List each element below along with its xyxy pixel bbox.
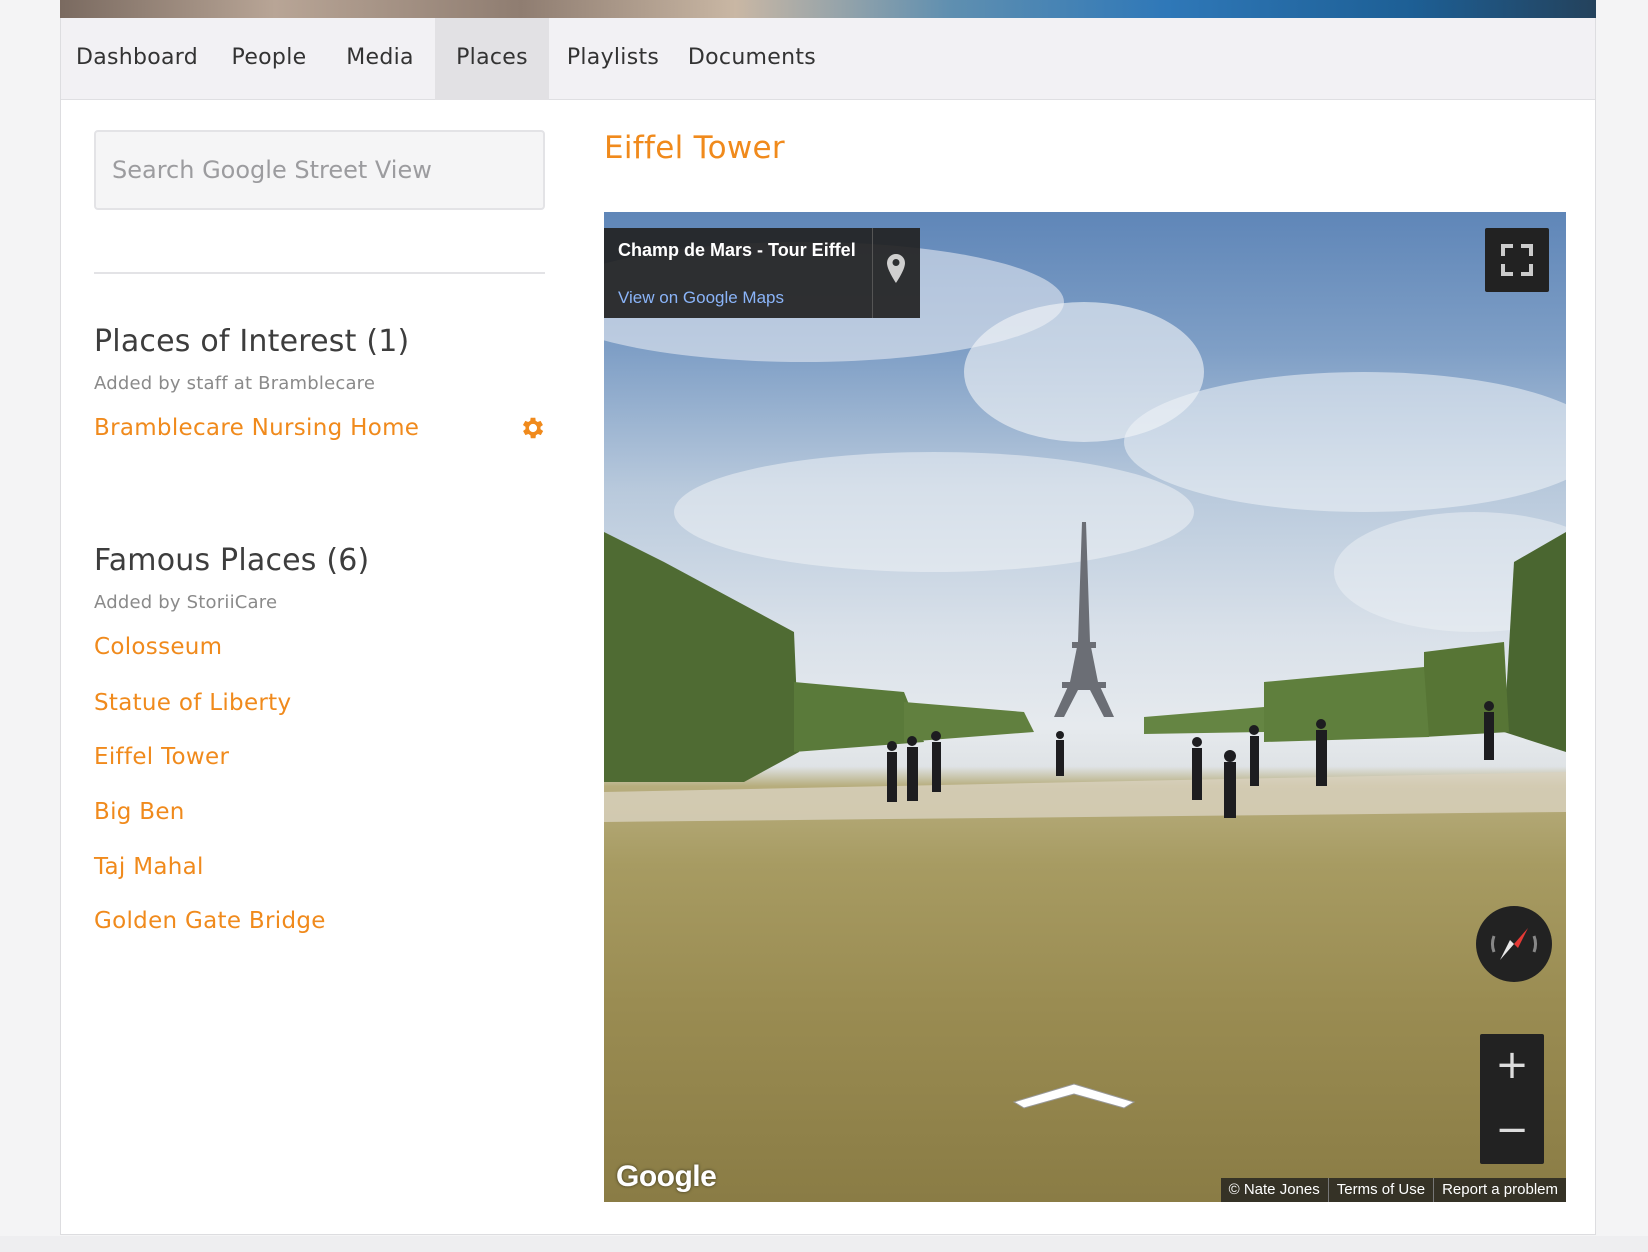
attribution-bar: © Nate Jones Terms of Use Report a probl… <box>1220 1178 1566 1202</box>
tab-media[interactable]: Media <box>325 18 435 100</box>
page-bottom-strip <box>0 1236 1648 1252</box>
tab-people[interactable]: People <box>213 18 325 100</box>
places-of-interest-subtitle: Added by staff at Bramblecare <box>94 373 376 394</box>
street-view-search-input[interactable] <box>94 130 545 210</box>
place-link-big-ben[interactable]: Big Ben <box>94 799 185 825</box>
zoom-controls: + − <box>1480 1034 1544 1164</box>
main-nav: Dashboard People Media Places Playlists … <box>61 18 1595 100</box>
zoom-in-button[interactable]: + <box>1480 1034 1544 1099</box>
sidebar-divider <box>94 272 545 274</box>
famous-places-heading: Famous Places (6) <box>94 543 370 578</box>
place-link-taj-mahal[interactable]: Taj Mahal <box>94 854 204 880</box>
terms-of-use-link[interactable]: Terms of Use <box>1327 1178 1433 1202</box>
gear-icon[interactable] <box>519 414 547 442</box>
place-link-colosseum[interactable]: Colosseum <box>94 634 222 660</box>
street-view-panorama[interactable]: Champ de Mars - Tour Eiffel View on Goog… <box>604 212 1566 1202</box>
compass-control[interactable] <box>1476 906 1552 982</box>
location-name: Champ de Mars - Tour Eiffel <box>618 240 856 260</box>
street-view-scene <box>604 242 1566 1109</box>
report-problem-link[interactable]: Report a problem <box>1433 1178 1566 1202</box>
places-of-interest-heading: Places of Interest (1) <box>94 324 410 359</box>
places-card: Dashboard People Media Places Playlists … <box>60 18 1596 1235</box>
place-title: Eiffel Tower <box>604 130 785 166</box>
place-link-golden-gate-bridge[interactable]: Golden Gate Bridge <box>94 908 326 934</box>
fullscreen-button[interactable] <box>1485 228 1549 292</box>
place-link-eiffel-tower[interactable]: Eiffel Tower <box>94 744 229 770</box>
zoom-out-button[interactable]: − <box>1480 1099 1544 1164</box>
location-info-box: Champ de Mars - Tour Eiffel View on Goog… <box>604 228 920 318</box>
tab-documents[interactable]: Documents <box>677 18 827 100</box>
tab-dashboard[interactable]: Dashboard <box>61 18 213 100</box>
tab-places[interactable]: Places <box>435 18 549 100</box>
google-logo: Google <box>616 1160 717 1193</box>
tab-playlists[interactable]: Playlists <box>549 18 677 100</box>
view-on-google-maps-link[interactable]: View on Google Maps <box>618 288 784 308</box>
fullscreen-icon <box>1501 244 1533 276</box>
famous-places-subtitle: Added by StoriiCare <box>94 592 278 613</box>
compass-icon <box>1491 928 1537 960</box>
map-pin-icon[interactable] <box>884 252 908 286</box>
place-link-bramblecare[interactable]: Bramblecare Nursing Home <box>94 415 419 441</box>
photo-credit: © Nate Jones <box>1228 1181 1320 1198</box>
info-separator <box>872 228 873 318</box>
header-banner-image <box>60 0 1596 18</box>
place-link-statue-of-liberty[interactable]: Statue of Liberty <box>94 690 291 716</box>
